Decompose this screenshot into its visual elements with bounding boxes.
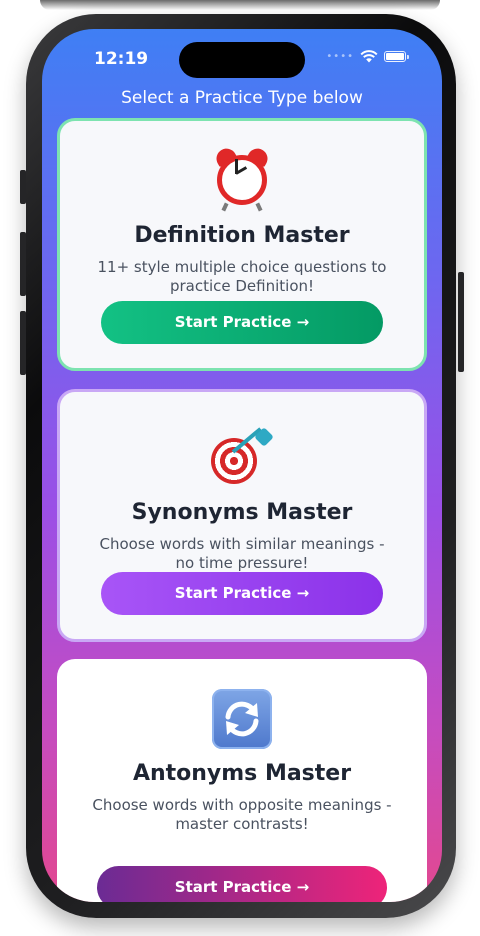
signal-icon: •••• [326,51,354,62]
card-description: Choose words with similar meanings - no … [99,535,385,572]
page-subtitle: Select a Practice Type below [121,88,363,108]
start-practice-button[interactable]: Start Practice → [101,572,383,615]
volume-down-button [20,311,26,375]
card-title: Antonyms Master [132,761,352,786]
dynamic-island [179,42,305,78]
start-practice-button[interactable]: Start Practice → [101,301,383,344]
status-time: 12:19 [94,49,149,69]
previous-device-edge [40,0,440,10]
antonyms-master-card[interactable]: Antonyms Master Choose words with opposi… [57,659,427,902]
wifi-icon [360,50,378,63]
power-button [458,272,464,372]
app-screen: 12:19 •••• Select a Practice Type below … [42,29,442,902]
arrows-cycle-icon [57,689,427,749]
target-dart-icon [60,427,424,488]
alarm-clock-icon [60,144,424,212]
status-icons: •••• [326,50,409,63]
definition-master-card[interactable]: Definition Master 11+ style multiple cho… [57,118,427,371]
start-practice-button[interactable]: Start Practice → [97,866,387,902]
volume-up-button [20,232,26,296]
card-description: 11+ style multiple choice questions to p… [97,258,387,295]
mute-switch [20,170,26,204]
card-description: Choose words with opposite meanings - ma… [92,796,392,833]
synonyms-master-card[interactable]: Synonyms Master Choose words with simila… [57,389,427,642]
card-title: Definition Master [134,223,350,248]
card-title: Synonyms Master [131,500,353,525]
battery-icon [384,51,409,62]
